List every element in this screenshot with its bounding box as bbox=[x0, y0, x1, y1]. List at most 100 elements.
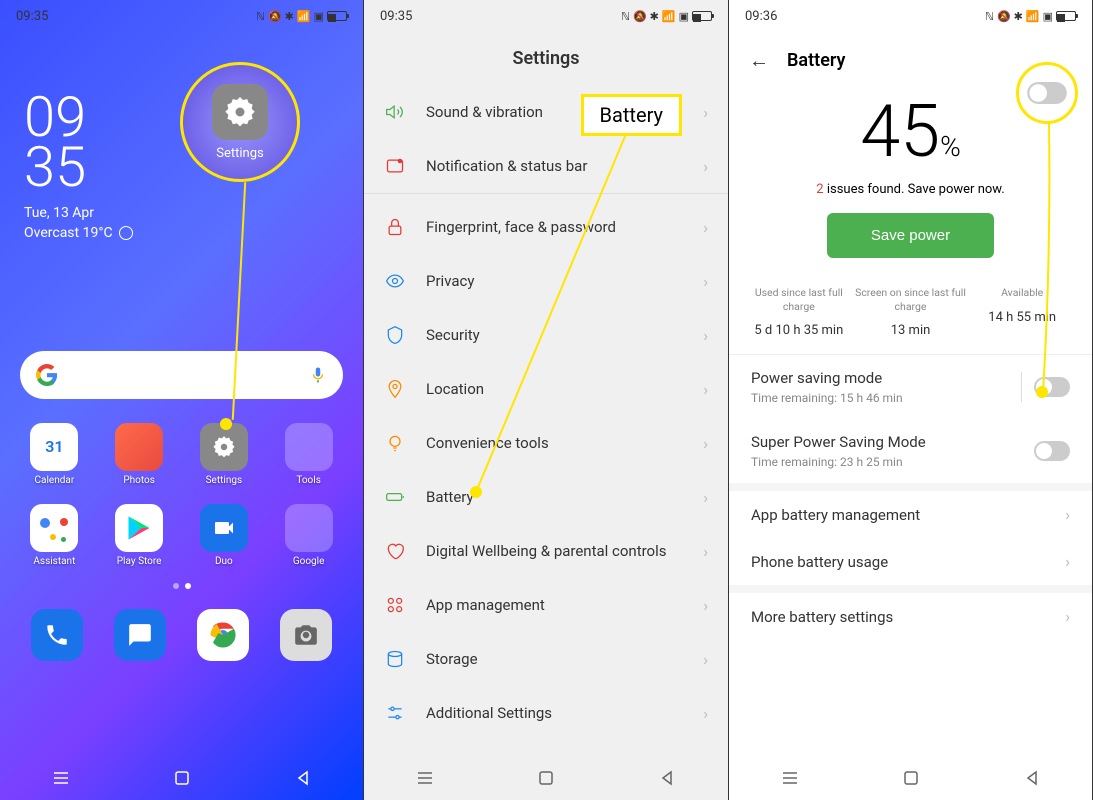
status-time: 09:35 bbox=[380, 9, 412, 24]
weather-icon bbox=[119, 226, 133, 240]
dock-chrome[interactable] bbox=[197, 609, 249, 661]
slider-icon bbox=[384, 702, 406, 724]
app-play-store[interactable]: Play Store bbox=[101, 504, 178, 567]
app-photos[interactable]: Photos bbox=[101, 423, 178, 486]
highlighted-toggle-icon bbox=[1027, 82, 1067, 104]
nav-back[interactable] bbox=[1022, 770, 1042, 786]
chevron-right-icon: › bbox=[703, 488, 708, 507]
settings-list: Sound & vibration› Notification & status… bbox=[364, 85, 728, 740]
settings-item-wellbeing[interactable]: Digital Wellbeing & parental controls› bbox=[364, 524, 728, 578]
more-battery-settings-row[interactable]: More battery settings › bbox=[729, 593, 1092, 640]
settings-item-notification[interactable]: Notification & status bar› bbox=[364, 139, 728, 194]
wifi-icon: 📶 bbox=[662, 10, 676, 23]
lock-icon bbox=[384, 216, 406, 238]
status-icons: ℕ 🔕 ✱ 📶 ▣ bbox=[621, 10, 712, 23]
status-time: 09:35 bbox=[16, 9, 48, 24]
super-power-saving-toggle[interactable] bbox=[1034, 441, 1070, 461]
chevron-right-icon: › bbox=[703, 650, 708, 669]
save-power-button[interactable]: Save power bbox=[827, 213, 994, 258]
page-dot-active bbox=[185, 583, 191, 589]
notification-icon bbox=[384, 155, 406, 177]
dnd-icon: 🔕 bbox=[997, 10, 1011, 23]
battery-stats: Used since last full charge5 d 10 h 35 m… bbox=[729, 258, 1092, 354]
dock-messages[interactable] bbox=[114, 609, 166, 661]
nav-back[interactable] bbox=[657, 770, 677, 786]
chevron-right-icon: › bbox=[1065, 505, 1070, 524]
nav-bar bbox=[0, 756, 363, 800]
dock bbox=[0, 589, 363, 661]
dock-phone[interactable] bbox=[31, 609, 83, 661]
chevron-right-icon: › bbox=[703, 272, 708, 291]
bluetooth-icon: ✱ bbox=[650, 10, 659, 23]
battery-icon bbox=[1056, 11, 1076, 21]
nav-home[interactable] bbox=[901, 770, 921, 786]
home-screen-panel: 09:35 ℕ 🔕 ✱ 📶 ▣ 09 35 Tue, 13 Apr Overca… bbox=[0, 0, 364, 800]
nav-home[interactable] bbox=[172, 770, 192, 786]
settings-item-convenience[interactable]: Convenience tools› bbox=[364, 416, 728, 470]
app-duo[interactable]: Duo bbox=[186, 504, 263, 567]
dnd-icon: 🔕 bbox=[268, 10, 282, 23]
app-battery-mgmt-row[interactable]: App battery management › bbox=[729, 491, 1092, 538]
settings-item-security[interactable]: Security› bbox=[364, 308, 728, 362]
super-power-saving-row[interactable]: Super Power Saving Mode Time remaining: … bbox=[729, 419, 1092, 483]
issues-msg: issues found. Save power now. bbox=[824, 182, 1005, 197]
divider bbox=[1021, 372, 1022, 402]
shield-icon bbox=[384, 324, 406, 346]
settings-item-fingerprint[interactable]: Fingerprint, face & password› bbox=[364, 200, 728, 254]
settings-item-additional[interactable]: Additional Settings› bbox=[364, 686, 728, 740]
dock-camera[interactable] bbox=[280, 609, 332, 661]
bluetooth-icon: ✱ bbox=[1014, 10, 1023, 23]
nav-bar bbox=[364, 756, 728, 800]
section-divider bbox=[729, 585, 1092, 593]
nav-recents[interactable] bbox=[51, 770, 71, 786]
nav-bar bbox=[729, 756, 1092, 800]
app-tools-folder[interactable]: Tools bbox=[270, 423, 347, 486]
callout-dot bbox=[220, 418, 232, 430]
chevron-right-icon: › bbox=[703, 218, 708, 237]
stat-used: Used since last full charge5 d 10 h 35 m… bbox=[743, 286, 855, 338]
battery-icon bbox=[384, 486, 406, 508]
app-assistant[interactable]: Assistant bbox=[16, 504, 93, 567]
settings-item-battery[interactable]: Battery› bbox=[364, 470, 728, 524]
weather-text: Overcast 19°C bbox=[24, 225, 113, 241]
status-time: 09:36 bbox=[745, 9, 777, 24]
settings-item-storage[interactable]: Storage› bbox=[364, 632, 728, 686]
status-bar: 09:35 ℕ 🔕 ✱ 📶 ▣ bbox=[0, 0, 363, 32]
app-calendar[interactable]: 31Calendar bbox=[16, 423, 93, 486]
section-divider bbox=[729, 483, 1092, 491]
search-bar[interactable] bbox=[20, 351, 343, 399]
speaker-icon bbox=[384, 101, 406, 123]
row-title: App battery management bbox=[751, 506, 920, 524]
heart-icon bbox=[384, 540, 406, 562]
app-settings[interactable]: Settings bbox=[186, 423, 263, 486]
nav-home[interactable] bbox=[536, 770, 556, 786]
phone-battery-usage-row[interactable]: Phone battery usage › bbox=[729, 538, 1092, 585]
nfc-icon: ℕ bbox=[985, 10, 994, 23]
weather-widget[interactable]: Overcast 19°C bbox=[24, 225, 339, 241]
settings-item-privacy[interactable]: Privacy› bbox=[364, 254, 728, 308]
storage-icon bbox=[384, 648, 406, 670]
chevron-right-icon: › bbox=[703, 596, 708, 615]
settings-highlight-label: Settings bbox=[216, 146, 263, 161]
back-button[interactable]: ← bbox=[749, 48, 769, 73]
settings-item-location[interactable]: Location› bbox=[364, 362, 728, 416]
chevron-right-icon: › bbox=[703, 380, 708, 399]
page-title: Battery bbox=[787, 50, 845, 71]
issues-text: 2 issues found. Save power now. bbox=[729, 182, 1092, 197]
app-google-folder[interactable]: Google bbox=[270, 504, 347, 567]
chevron-right-icon: › bbox=[703, 326, 708, 345]
settings-item-app-mgmt[interactable]: App management› bbox=[364, 578, 728, 632]
nav-recents[interactable] bbox=[780, 770, 800, 786]
signal-icon: ▣ bbox=[314, 10, 324, 23]
settings-panel: 09:35 ℕ 🔕 ✱ 📶 ▣ Settings Sound & vibrati… bbox=[364, 0, 729, 800]
callout-dot bbox=[1036, 386, 1048, 398]
chevron-right-icon: › bbox=[1065, 552, 1070, 571]
location-icon bbox=[384, 378, 406, 400]
chevron-right-icon: › bbox=[703, 157, 708, 176]
google-logo-icon bbox=[36, 364, 58, 386]
battery-icon bbox=[327, 11, 347, 21]
nav-back[interactable] bbox=[293, 770, 313, 786]
mic-icon[interactable] bbox=[309, 366, 327, 384]
row-subtitle: Time remaining: 23 h 25 min bbox=[751, 455, 1034, 469]
nav-recents[interactable] bbox=[415, 770, 435, 786]
